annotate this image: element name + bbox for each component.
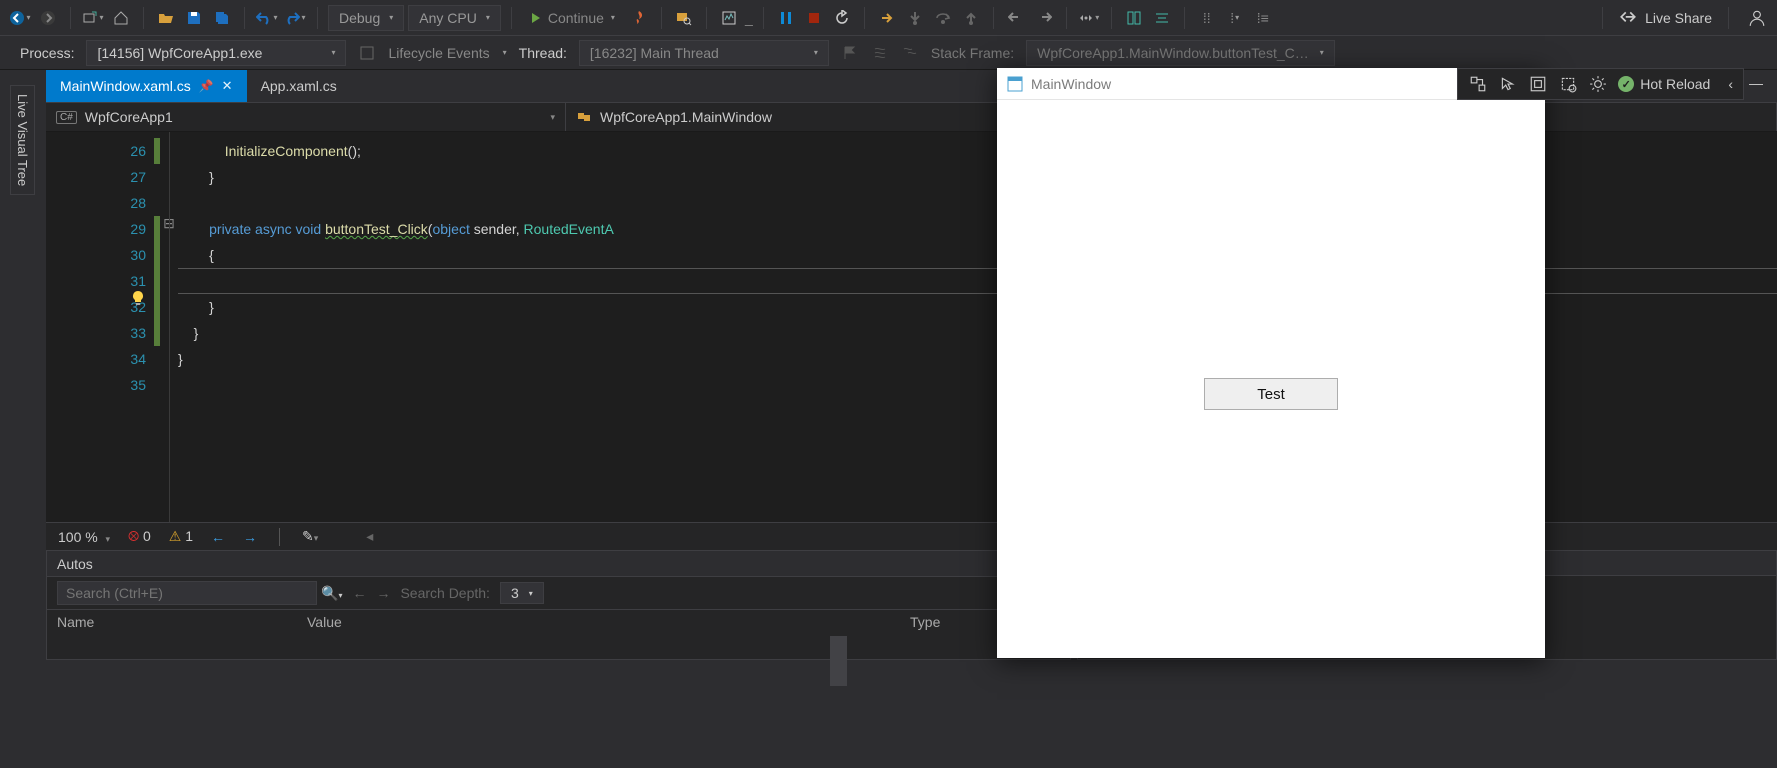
check-icon: ✓ (1618, 76, 1634, 92)
tab-appxaml[interactable]: App.xaml.cs (247, 70, 351, 102)
line-gutter: 26 27 28 29 30 31 32 33 34 35 (46, 132, 154, 522)
search-back-icon[interactable]: ← (352, 585, 366, 601)
redo2-icon[interactable] (1032, 6, 1056, 30)
col-value[interactable]: Value (307, 614, 910, 630)
hot-reload-icon[interactable] (627, 6, 651, 30)
live-visual-tree-tool[interactable]: Live Visual Tree (10, 85, 35, 195)
project-dropdown[interactable]: C# WpfCoreApp1 ▾ (46, 103, 566, 131)
fold-margin[interactable]: ⊟ (160, 132, 178, 522)
autos-panel: Autos ▾ ⇩ ✕ 🔍▾ ← → Search Depth: 3▾ Name… (46, 550, 1071, 660)
zoom-level[interactable]: 100 % ▾ (58, 529, 110, 545)
wpf-title: MainWindow (1031, 76, 1111, 92)
stackframe-label: Stack Frame: (931, 45, 1014, 61)
errors-count[interactable]: ⮾ 0 (128, 528, 151, 545)
tab-mainwindow[interactable]: MainWindow.xaml.cs 📌 ✕ (46, 70, 247, 102)
overlay-minimize-icon[interactable]: — (1745, 72, 1767, 94)
wpf-test-button[interactable]: Test (1204, 378, 1338, 410)
wpf-app-window[interactable]: MainWindow Test (997, 68, 1545, 658)
xaml-debug-toolbar[interactable]: ✓ Hot Reload ‹ (1457, 68, 1744, 100)
collapse-overlay-icon[interactable]: ‹ (1728, 76, 1733, 92)
depth-label: Search Depth: (400, 585, 490, 601)
scrollbar-thumb[interactable] (830, 636, 847, 686)
autos-headers: Name Value Type (47, 610, 1070, 634)
flag-icon[interactable] (841, 44, 859, 62)
thread-label: Thread: (519, 45, 567, 61)
open-file-icon[interactable] (154, 6, 178, 30)
nav-back-button[interactable]: ▾ (8, 6, 32, 30)
new-project-icon[interactable]: ▾ (81, 6, 105, 30)
save-all-icon[interactable] (210, 6, 234, 30)
search-icon[interactable]: 🔍▾ (321, 585, 342, 602)
stop-icon[interactable] (802, 6, 826, 30)
find-in-files-icon[interactable] (672, 6, 696, 30)
live-share-button[interactable]: Live Share (1619, 9, 1712, 27)
track-focus-icon[interactable] (1558, 74, 1578, 94)
wpf-app-icon (1007, 76, 1023, 92)
col-name[interactable]: Name (57, 614, 307, 630)
warnings-count[interactable]: ⚠ 1 (169, 528, 193, 545)
process-dropdown[interactable]: [14156] WpfCoreApp1.exe▾ (86, 40, 346, 66)
debug-location-toolbar: Process: [14156] WpfCoreApp1.exe▾ Lifecy… (0, 36, 1777, 70)
undo-icon[interactable]: ▾ (255, 6, 279, 30)
prev-issue-icon[interactable]: ← (211, 529, 225, 545)
depth-dropdown[interactable]: 3▾ (500, 582, 544, 604)
display-layout-icon[interactable] (1528, 74, 1548, 94)
next-issue-icon[interactable]: → (243, 529, 257, 545)
diagnostics-icon[interactable] (717, 6, 741, 30)
scroll-left-icon[interactable]: ◂ (366, 528, 373, 545)
restart-icon[interactable] (830, 6, 854, 30)
format-icon[interactable] (1150, 6, 1174, 30)
step-out-icon[interactable] (959, 6, 983, 30)
autos-search-input[interactable] (57, 581, 317, 605)
thread-dropdown[interactable]: [16232] Main Thread▾ (579, 40, 829, 66)
step-into-icon[interactable] (903, 6, 927, 30)
home-icon[interactable] (109, 6, 133, 30)
process-label: Process: (20, 45, 74, 61)
settings-icon[interactable] (1588, 74, 1608, 94)
pin-icon[interactable]: 📌 (199, 79, 214, 93)
stackframe-dropdown[interactable]: WpfCoreApp1.MainWindow.buttonTest_C…▾ (1026, 40, 1335, 66)
show-next-statement-icon[interactable] (875, 6, 899, 30)
close-icon[interactable]: ✕ (222, 78, 233, 94)
undo2-icon[interactable] (1004, 6, 1028, 30)
threads-icon[interactable] (871, 44, 889, 62)
break-all-icon[interactable] (774, 6, 798, 30)
redo-icon[interactable]: ▾ (283, 6, 307, 30)
misc2-icon[interactable]: ⁞▾ (1223, 6, 1247, 30)
platform-dropdown[interactable]: Any CPU▾ (408, 5, 501, 31)
config-dropdown[interactable]: Debug▾ (328, 5, 404, 31)
main-toolbar: ▾ ▾ ▾ ▾ Debug▾ Any CPU▾ Continue▾ _ ▾ ⁞⁞… (0, 0, 1777, 36)
autos-search[interactable]: 🔍▾ (57, 581, 342, 605)
nav-forward-button[interactable] (36, 6, 60, 30)
select-element-icon[interactable] (1498, 74, 1518, 94)
misc1-icon[interactable]: ⁞⁞ (1195, 6, 1219, 30)
search-fwd-icon[interactable]: → (376, 585, 390, 601)
goto-live-visual-tree-icon[interactable] (1468, 74, 1488, 94)
account-icon[interactable] (1745, 6, 1769, 30)
pen-icon[interactable]: ✎▾ (302, 528, 318, 545)
comment-icon[interactable]: ⁞≡ (1251, 6, 1275, 30)
layout-icon[interactable] (1122, 6, 1146, 30)
continue-button[interactable]: Continue▾ (522, 10, 623, 26)
save-icon[interactable] (182, 6, 206, 30)
lifecycle-icon[interactable] (358, 44, 376, 62)
step-over-icon[interactable] (931, 6, 955, 30)
autos-title: Autos (57, 556, 93, 572)
threads2-icon[interactable] (901, 44, 919, 62)
lightbulb-icon[interactable] (130, 290, 146, 306)
hot-reload-indicator[interactable]: ✓ Hot Reload (1618, 76, 1710, 92)
intellicode-icon[interactable]: ▾ (1077, 6, 1101, 30)
lifecycle-label: Lifecycle Events (388, 45, 489, 61)
